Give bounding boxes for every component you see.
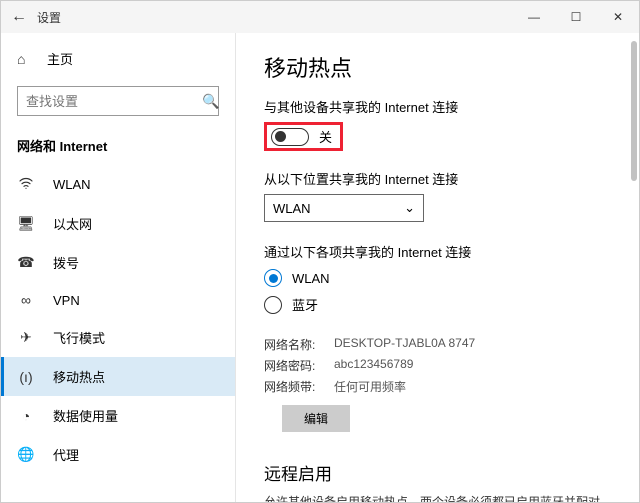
share-label: 与其他设备共享我的 Internet 连接 xyxy=(264,97,619,116)
radio-label: WLAN xyxy=(292,271,330,286)
sidebar-item-label: 拨号 xyxy=(53,253,79,272)
close-button[interactable]: ✕ xyxy=(597,1,639,33)
info-value: abc123456789 xyxy=(334,357,413,374)
chevron-down-icon: ⌄ xyxy=(404,200,415,216)
highlight-annotation: 关 xyxy=(264,122,343,151)
radio-label: 蓝牙 xyxy=(292,295,318,314)
info-value: DESKTOP-TJABL0A 8747 xyxy=(334,336,475,353)
info-network-password: 网络密码: abc123456789 xyxy=(264,357,619,374)
sidebar-item-dialup[interactable]: ☎ 拨号 xyxy=(1,243,235,282)
sidebar-item-label: 移动热点 xyxy=(53,367,105,386)
scrollbar[interactable] xyxy=(631,41,637,181)
vpn-icon: ∞ xyxy=(17,292,35,308)
share-via-label: 通过以下各项共享我的 Internet 连接 xyxy=(264,242,619,261)
edit-button[interactable]: 编辑 xyxy=(282,405,350,432)
sidebar-item-ethernet[interactable]: 🖥 以太网 xyxy=(1,204,235,243)
hotspot-icon: (ı) xyxy=(17,369,35,385)
info-key: 网络频带: xyxy=(264,378,334,395)
share-from-select[interactable]: WLAN ⌄ xyxy=(264,194,424,222)
home-label: 主页 xyxy=(47,49,73,68)
home-icon: ⌂ xyxy=(17,51,33,67)
search-icon: 🔍 xyxy=(202,93,219,110)
sidebar-item-label: 飞行模式 xyxy=(53,328,105,347)
home-row[interactable]: ⌂ 主页 xyxy=(1,41,235,76)
radio-option-bluetooth[interactable]: 蓝牙 xyxy=(264,295,619,314)
sidebar-item-label: WLAN xyxy=(53,177,91,192)
radio-option-wlan[interactable]: WLAN xyxy=(264,269,619,287)
section-title: 网络和 Internet xyxy=(1,130,235,165)
maximize-button[interactable]: ☐ xyxy=(555,1,597,33)
sidebar-item-label: 代理 xyxy=(53,445,79,464)
sidebar-item-airplane[interactable]: ✈ 飞行模式 xyxy=(1,318,235,357)
sidebar-item-proxy[interactable]: 🌐 代理 xyxy=(1,435,235,474)
info-network-band: 网络频带: 任何可用频率 xyxy=(264,378,619,395)
info-value: 任何可用频率 xyxy=(334,378,406,395)
proxy-icon: 🌐 xyxy=(17,446,35,463)
title-bar: ← 设置 — ☐ ✕ xyxy=(1,1,639,33)
sidebar-item-label: 以太网 xyxy=(53,214,92,233)
page-title: 移动热点 xyxy=(264,51,619,83)
data-usage-icon: ◔ xyxy=(17,408,35,424)
sidebar-item-label: VPN xyxy=(53,293,80,308)
sidebar-item-hotspot[interactable]: (ı) 移动热点 xyxy=(1,357,235,396)
sidebar-item-wlan[interactable]: WLAN xyxy=(1,165,235,204)
ethernet-icon: 🖥 xyxy=(17,215,35,232)
back-button[interactable]: ← xyxy=(1,8,37,26)
sidebar-item-label: 数据使用量 xyxy=(53,406,118,425)
sidebar: ⌂ 主页 🔍 网络和 Internet WLAN 🖥 以太网 ☎ 拨号 ∞ VP… xyxy=(1,33,236,502)
search-input[interactable] xyxy=(26,94,202,109)
wifi-icon xyxy=(17,175,35,194)
share-from-label: 从以下位置共享我的 Internet 连接 xyxy=(264,169,619,188)
remote-desc: 允许其他设备启用移动热点。两个设备必须都已启用蓝牙并配对。 xyxy=(264,493,619,502)
info-key: 网络名称: xyxy=(264,336,334,353)
share-toggle[interactable] xyxy=(271,128,309,146)
search-box[interactable]: 🔍 xyxy=(17,86,219,116)
window-title: 设置 xyxy=(37,9,61,26)
remote-title: 远程启用 xyxy=(264,460,619,485)
radio-button[interactable] xyxy=(264,296,282,314)
radio-button[interactable] xyxy=(264,269,282,287)
sidebar-item-vpn[interactable]: ∞ VPN xyxy=(1,282,235,318)
info-network-name: 网络名称: DESKTOP-TJABL0A 8747 xyxy=(264,336,619,353)
select-value: WLAN xyxy=(273,201,311,216)
toggle-state-label: 关 xyxy=(319,127,332,146)
info-key: 网络密码: xyxy=(264,357,334,374)
airplane-icon: ✈ xyxy=(17,329,35,346)
dialup-icon: ☎ xyxy=(17,254,35,271)
sidebar-item-data-usage[interactable]: ◔ 数据使用量 xyxy=(1,396,235,435)
minimize-button[interactable]: — xyxy=(513,1,555,33)
content-area: 移动热点 与其他设备共享我的 Internet 连接 关 从以下位置共享我的 I… xyxy=(236,33,639,502)
